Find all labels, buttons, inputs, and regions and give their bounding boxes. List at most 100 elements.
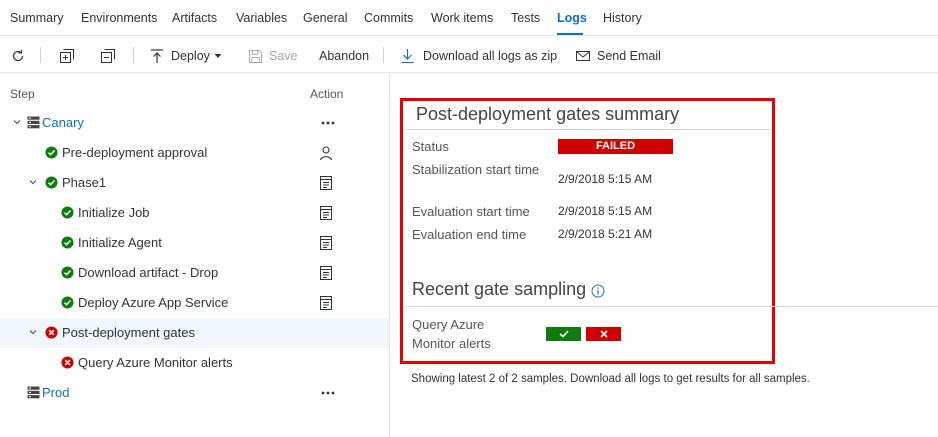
stabilization-start-value: 2/9/2018 5:15 AM: [558, 172, 653, 186]
info-icon[interactable]: [591, 284, 605, 298]
refresh-button[interactable]: [10, 47, 26, 65]
step-row-download-artifact[interactable]: Download artifact - Drop: [0, 258, 389, 288]
chevron-down-icon[interactable]: [28, 327, 38, 337]
step-label: Deploy Azure App Service: [78, 295, 229, 310]
download-logs-button[interactable]: Download all logs as zip: [400, 47, 557, 65]
environment-icon: [27, 116, 40, 129]
tab-artifacts[interactable]: Artifacts: [172, 11, 217, 25]
gates-summary-title: Post-deployment gates summary: [416, 104, 680, 124]
status-label: Status: [412, 139, 449, 154]
recent-sampling-title: Recent gate sampling: [412, 279, 587, 299]
step-row-initialize-job[interactable]: Initialize Job: [0, 198, 389, 228]
collapse-all-icon: [101, 49, 115, 63]
tab-work-items[interactable]: Work items: [431, 11, 493, 25]
evaluation-start-label: Evaluation start time: [412, 204, 530, 219]
tab-environments[interactable]: Environments: [81, 11, 157, 25]
evaluation-end-value: 2/9/2018 5:21 AM: [558, 227, 653, 241]
success-icon: [61, 296, 74, 309]
status-badge: FAILED: [558, 139, 673, 154]
stabilization-start-label: Stabilization start time: [412, 162, 540, 177]
deploy-label: Deploy: [171, 49, 210, 63]
environment-icon: [27, 386, 40, 399]
gate-name-label: Query Azure Monitor alerts: [412, 317, 491, 351]
tab-tests[interactable]: Tests: [511, 11, 540, 25]
step-label[interactable]: Canary: [42, 115, 84, 130]
step-label: Phase1: [62, 175, 107, 190]
success-icon: [61, 206, 74, 219]
expand-all-button[interactable]: [59, 47, 75, 65]
abandon-label: Abandon: [319, 49, 370, 63]
tab-commits[interactable]: Commits: [364, 11, 413, 25]
mail-icon: [576, 51, 590, 61]
tab-logs[interactable]: Logs: [557, 11, 587, 25]
deploy-button[interactable]: Deploy: [149, 47, 223, 65]
toolbar-divider: [383, 47, 384, 63]
toolbar-divider: [133, 47, 134, 63]
failed-icon: [45, 326, 58, 339]
save-icon: [248, 49, 263, 63]
success-icon: [45, 146, 58, 159]
chevron-down-icon[interactable]: [28, 177, 38, 187]
step-row-initialize-agent[interactable]: Initialize Agent: [0, 228, 389, 258]
send-email-label: Send Email: [597, 49, 661, 63]
chevron-down-icon[interactable]: [12, 117, 22, 127]
step-label: Initialize Agent: [78, 235, 162, 250]
section-divider: [405, 306, 938, 307]
tab-history[interactable]: History: [603, 11, 642, 25]
step-label[interactable]: Prod: [42, 385, 69, 400]
samples-footnote: Showing latest 2 of 2 samples. Download …: [411, 373, 810, 385]
deploy-icon: [151, 49, 163, 63]
step-row-canary[interactable]: Canary: [0, 108, 389, 138]
save-label: Save: [269, 49, 298, 63]
tab-general[interactable]: General: [303, 11, 347, 25]
success-icon: [61, 236, 74, 249]
step-label: Download artifact - Drop: [78, 265, 219, 280]
toolbar: Deploy Save Abandon Download all logs as…: [0, 37, 938, 73]
abandon-button[interactable]: Abandon: [319, 47, 369, 65]
cross-icon: [599, 330, 608, 338]
step-column-header: Step: [10, 87, 35, 101]
view-log-icon[interactable]: [318, 235, 334, 251]
view-log-icon[interactable]: [318, 175, 334, 191]
success-icon: [45, 176, 58, 189]
success-icon: [61, 266, 74, 279]
download-label: Download all logs as zip: [423, 49, 558, 63]
more-options-icon[interactable]: [320, 385, 336, 401]
sample-fail-badge[interactable]: [586, 327, 621, 341]
caret-down-icon: [214, 54, 222, 58]
expand-all-icon: [60, 49, 74, 63]
sample-pass-badge[interactable]: [546, 327, 581, 341]
step-label: Initialize Job: [78, 205, 150, 220]
send-email-button[interactable]: Send Email: [575, 47, 661, 65]
more-options-icon[interactable]: [320, 115, 336, 131]
active-tab-indicator: [557, 33, 583, 35]
step-label: Query Azure Monitor alerts: [78, 355, 233, 370]
step-row-deploy-azure-app-service[interactable]: Deploy Azure App Service: [0, 288, 389, 318]
evaluation-start-value: 2/9/2018 5:15 AM: [558, 204, 653, 218]
action-column-header: Action: [310, 87, 344, 101]
step-label: Post-deployment gates: [62, 325, 195, 340]
step-row-prod[interactable]: Prod: [0, 378, 389, 408]
tab-bar: Summary Environments Artifacts Variables…: [0, 0, 938, 36]
tab-variables[interactable]: Variables: [236, 11, 287, 25]
step-row-phase1[interactable]: Phase1: [0, 168, 389, 198]
view-log-icon[interactable]: [318, 205, 334, 221]
view-log-icon[interactable]: [318, 295, 334, 311]
steps-panel: Step Action Canary Pre-deployment approv…: [0, 74, 390, 437]
toolbar-divider: [40, 47, 41, 63]
refresh-icon: [12, 49, 24, 62]
view-log-icon[interactable]: [318, 265, 334, 281]
step-row-query-azure-monitor-alerts[interactable]: Query Azure Monitor alerts: [0, 348, 389, 378]
checkmark-icon: [558, 330, 569, 338]
tab-summary[interactable]: Summary: [10, 11, 63, 25]
step-label: Pre-deployment approval: [62, 145, 208, 160]
step-row-post-deployment-gates[interactable]: Post-deployment gates: [0, 318, 389, 348]
save-button[interactable]: Save: [248, 47, 298, 65]
failed-icon: [61, 356, 74, 369]
section-divider: [405, 129, 771, 130]
step-row-pre-deployment-approval[interactable]: Pre-deployment approval: [0, 138, 389, 168]
approver-person-icon[interactable]: [318, 145, 334, 161]
collapse-all-button[interactable]: [100, 47, 116, 65]
evaluation-end-label: Evaluation end time: [412, 227, 527, 242]
download-icon: [401, 49, 414, 64]
